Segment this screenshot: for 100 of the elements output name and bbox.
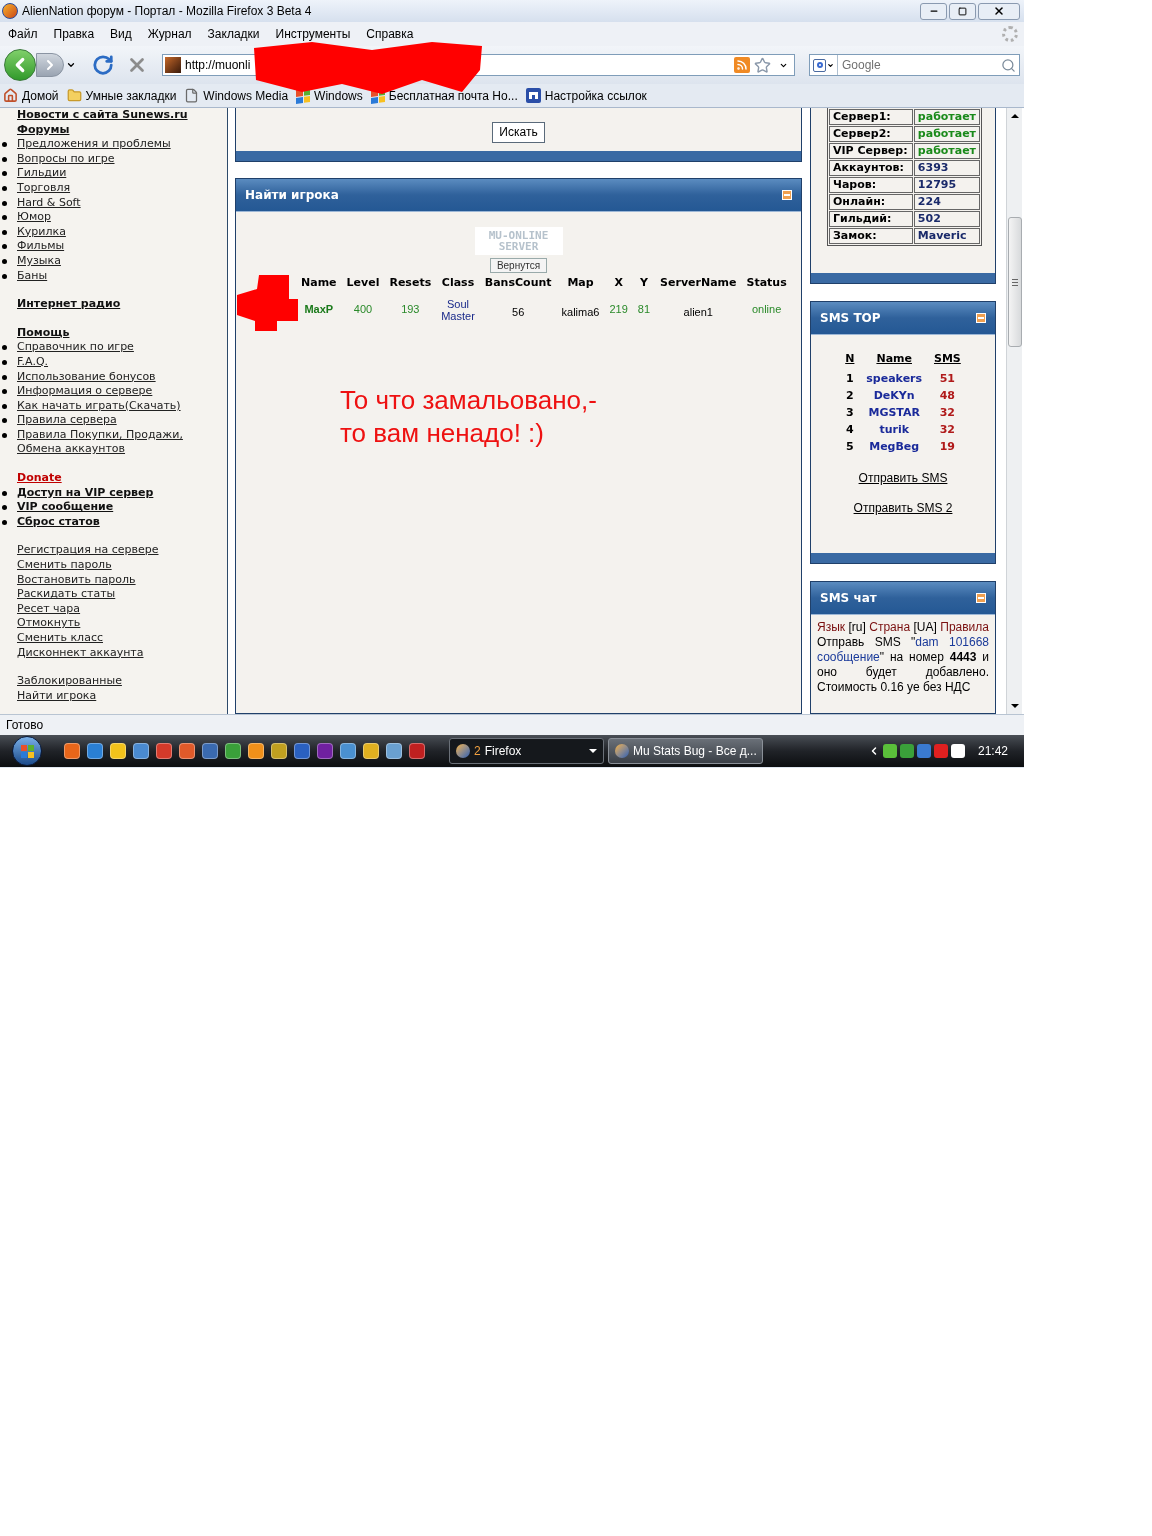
sidebar-link[interactable]: Гильдии <box>17 166 67 181</box>
back-button[interactable] <box>4 49 36 81</box>
sidebar-link[interactable]: Использование бонусов <box>17 369 156 385</box>
bullet-icon <box>2 185 7 191</box>
sidebar-link[interactable]: Сброс статов <box>17 514 100 530</box>
search-button[interactable]: Искать <box>492 121 545 143</box>
sidebar-link[interactable]: Музыка <box>17 253 61 269</box>
app-icon[interactable] <box>294 743 310 759</box>
sidebar-link[interactable]: Правила сервера <box>17 413 117 428</box>
close-button[interactable] <box>978 2 1020 20</box>
sidebar-link[interactable]: Справочник по игре <box>17 340 134 355</box>
menu-item[interactable]: Справка <box>360 25 420 43</box>
app-icon[interactable] <box>409 743 425 759</box>
sidebar-link[interactable]: Доступ на VIP сервер <box>17 485 154 501</box>
maximize-button[interactable] <box>949 2 976 20</box>
sidebar-link[interactable]: Hard & Soft <box>17 195 81 211</box>
sidebar-link[interactable]: Сменить пароль <box>17 558 112 573</box>
table-cell: 6393 <box>913 160 980 176</box>
bullet-icon <box>2 519 7 525</box>
history-dropdown-icon[interactable] <box>66 60 76 70</box>
sidebar-link[interactable]: Заблокированные <box>17 674 122 689</box>
table-cell-text: kalima6 <box>560 305 601 321</box>
menu-item[interactable]: Закладки <box>201 25 266 43</box>
table-cell-text: 4 <box>845 421 855 438</box>
sidebar-link[interactable]: Правила Покупки, Продажи, Обмена аккаунтов <box>17 427 217 458</box>
app-icon[interactable] <box>179 743 195 759</box>
sidebar-link[interactable]: Интернет радио <box>17 297 121 312</box>
menu-item[interactable]: Вид <box>104 25 138 43</box>
sidebar-link[interactable]: Раскидать статы <box>17 587 116 602</box>
sidebar-link[interactable]: F.A.Q. <box>17 354 49 370</box>
sidebar-link[interactable]: Востановить пароль <box>17 572 136 588</box>
sidebar-link[interactable]: Помощь <box>17 325 70 341</box>
app-icon[interactable] <box>386 743 402 759</box>
table-cell-text: Soul Master <box>440 297 476 322</box>
taskbar-button[interactable]: Mu Stats Bug - Все д... <box>608 738 763 764</box>
app-icon[interactable] <box>363 743 379 759</box>
sidebar-link[interactable]: Donate <box>17 471 62 486</box>
rss-icon[interactable] <box>734 57 750 73</box>
column-header: Name <box>875 351 913 367</box>
vertical-scrollbar[interactable] <box>1006 108 1022 714</box>
table-cell-text: 48 <box>938 387 957 404</box>
sidebar-link[interactable]: Регистрация на сервере <box>17 543 159 559</box>
column-header: X <box>613 275 624 291</box>
bookmark-star-icon[interactable] <box>754 56 771 74</box>
sidebar-link[interactable]: Отмокнуть <box>17 616 81 631</box>
app-icon[interactable] <box>340 743 356 759</box>
sidebar-link[interactable]: Юмор <box>17 210 51 225</box>
minimize-button[interactable] <box>920 2 947 20</box>
menu-item[interactable]: Файл <box>2 25 44 43</box>
start-button[interactable] <box>12 736 42 766</box>
app-icon[interactable] <box>271 743 287 759</box>
tray-icon[interactable] <box>950 744 965 758</box>
sidebar-link[interactable]: VIP сообщение <box>17 500 114 515</box>
sidebar-link[interactable]: Предложения и проблемы <box>17 137 171 152</box>
app-icon[interactable] <box>248 743 264 759</box>
bookmark-link[interactable]: Домой <box>22 86 59 105</box>
bookmark-link[interactable]: Настройка ссылок <box>544 86 647 105</box>
bullet-icon <box>2 345 7 351</box>
app-icon[interactable] <box>156 743 172 759</box>
sidebar-link[interactable]: Ресет чара <box>17 601 81 617</box>
app-icon[interactable] <box>110 743 126 759</box>
app-icon[interactable] <box>87 743 103 759</box>
app-icon[interactable] <box>317 743 333 759</box>
search-input[interactable]: Google <box>838 56 1001 74</box>
send-sms-link[interactable]: Отправить SMS <box>858 468 948 487</box>
sidebar-link[interactable]: Вопросы по игре <box>17 151 115 167</box>
bookmark-link[interactable]: Windows <box>314 86 363 105</box>
bookmark-link[interactable]: Бесплатная почта Но... <box>388 86 518 105</box>
sidebar-link[interactable]: Фильмы <box>17 239 65 254</box>
sidebar-link[interactable]: Информация о сервере <box>17 384 153 399</box>
sidebar-link[interactable]: Баны <box>17 268 48 284</box>
menu-item[interactable]: Правка <box>47 25 101 43</box>
bookmark-link[interactable]: Windows Media <box>203 86 289 105</box>
sidebar-link[interactable]: Как начать играть(Скачать) <box>17 398 181 414</box>
menu-item[interactable]: Журнал <box>141 25 198 43</box>
app-icon[interactable] <box>225 743 241 759</box>
sidebar-link[interactable]: Найти игрока <box>17 688 97 704</box>
sidebar-link[interactable]: Новости с сайта Sunews.ru <box>17 108 188 123</box>
sidebar-link[interactable]: Сменить класс <box>17 631 103 646</box>
table-cell: работает <box>913 109 980 125</box>
sidebar-link[interactable]: Форумы <box>17 122 70 138</box>
search-field[interactable]: Google <box>809 54 1020 76</box>
tray-icon[interactable] <box>882 744 897 758</box>
sidebar-link[interactable]: Торговля <box>17 180 71 196</box>
send-sms-link[interactable]: Отправить SMS 2 <box>853 498 953 517</box>
app-icon[interactable] <box>202 743 218 759</box>
back-link-button[interactable]: Вернутся <box>489 258 548 273</box>
column-header: SMS <box>933 351 962 367</box>
menu-item[interactable]: Инструменты <box>269 25 357 43</box>
bookmark-link[interactable]: Умные закладки <box>85 86 177 105</box>
app-icon[interactable] <box>133 743 149 759</box>
sidebar-link[interactable]: Дисконнект аккаунта <box>17 645 144 661</box>
search-engine-icon[interactable] <box>810 55 838 75</box>
sidebar-link[interactable]: Курилка <box>17 224 66 240</box>
reload-icon[interactable] <box>92 54 114 76</box>
table-cell-text: 193 <box>400 302 421 318</box>
taskbar-button[interactable]: 2 Firefox <box>449 738 604 764</box>
annotation-text: то вам ненадо! :) <box>340 416 545 450</box>
app-icon[interactable] <box>64 743 80 759</box>
collapse-icon[interactable] <box>976 592 986 603</box>
